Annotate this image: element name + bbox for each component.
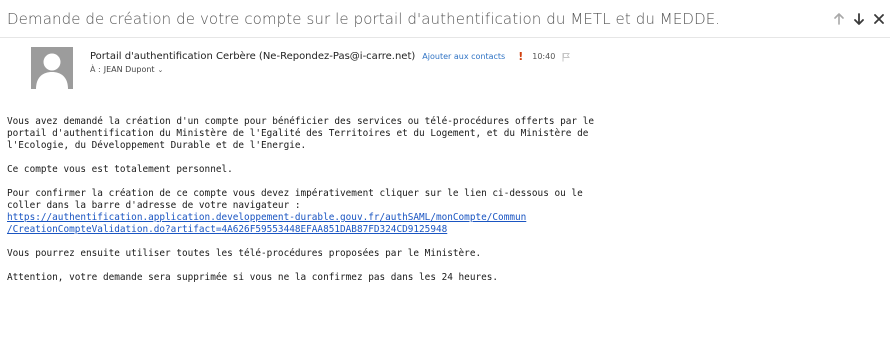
body-line: coller dans la barre d'adresse de votre … bbox=[7, 200, 301, 211]
sender-name[interactable]: Portail d'authentification Cerbère (Ne-R… bbox=[90, 51, 415, 62]
message-header: Portail d'authentification Cerbère (Ne-R… bbox=[0, 40, 890, 89]
body-line: Vous avez demandé la création d'un compt… bbox=[7, 116, 594, 127]
recipient-name[interactable]: JEAN Dupont bbox=[104, 65, 155, 74]
avatar[interactable] bbox=[31, 47, 73, 89]
email-subject: Demande de création de votre compte sur … bbox=[7, 10, 721, 28]
body-line: Pour confirmer la création de ce compte … bbox=[7, 188, 583, 199]
add-to-contacts-link[interactable]: Ajouter aux contacts bbox=[422, 52, 505, 61]
received-time: 10:40 bbox=[532, 52, 556, 61]
arrow-down-icon[interactable] bbox=[852, 11, 866, 27]
chevron-down-icon[interactable]: ⌄ bbox=[158, 66, 164, 74]
to-label: À : bbox=[90, 65, 101, 74]
message-nav-actions bbox=[832, 11, 886, 27]
body-line: Vous pourrez ensuite utiliser toutes les… bbox=[7, 248, 482, 259]
sender-line: Portail d'authentification Cerbère (Ne-R… bbox=[90, 50, 571, 63]
body-line: Attention, votre demande sera supprimée … bbox=[7, 272, 499, 283]
arrow-up-icon[interactable] bbox=[832, 11, 846, 27]
person-silhouette-icon bbox=[36, 53, 68, 89]
flag-icon[interactable] bbox=[562, 52, 571, 62]
confirmation-link[interactable]: /CreationCompteValidation.do?artifact=4A… bbox=[7, 224, 447, 236]
close-icon[interactable] bbox=[872, 11, 886, 27]
confirmation-link[interactable]: https://authentification.application.dev… bbox=[7, 212, 526, 224]
body-line: l'Ecologie, du Développement Durable et … bbox=[7, 140, 307, 151]
subject-bar: Demande de création de votre compte sur … bbox=[0, 0, 890, 38]
high-importance-icon: ! bbox=[518, 50, 524, 63]
body-line: Ce compte vous est totalement personnel. bbox=[7, 164, 233, 175]
body-line: portail d'authentification du Ministère … bbox=[7, 128, 589, 139]
recipient-line: À : JEAN Dupont ⌄ bbox=[90, 65, 163, 74]
